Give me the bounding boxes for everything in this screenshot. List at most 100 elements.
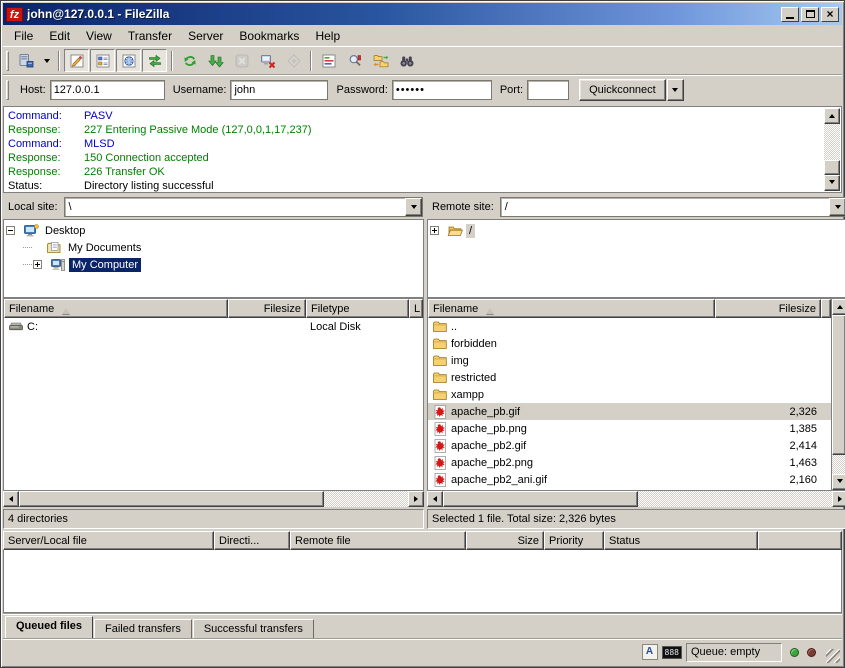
remote-directory-tree: / — [427, 219, 845, 298]
local-site-combo[interactable]: \ — [64, 197, 423, 217]
remote-horizontal-scrollbar[interactable] — [427, 491, 845, 507]
quickconnect-bar: Host: Username: Password: Port: Quickcon… — [3, 74, 842, 105]
column-header-filetype[interactable]: Filetype — [306, 299, 409, 318]
host-input[interactable] — [50, 80, 165, 100]
log-line: Command:MLSD — [8, 137, 821, 151]
port-input[interactable] — [527, 80, 569, 100]
scroll-left-button[interactable] — [3, 491, 19, 507]
filename-filters-button[interactable] — [342, 49, 367, 72]
menu-bookmarks[interactable]: Bookmarks — [231, 26, 307, 46]
tree-item-[interactable]: / — [430, 222, 845, 239]
refresh-button[interactable] — [177, 49, 202, 72]
file-row-xampp[interactable]: xampp — [428, 386, 831, 403]
tab-successful-transfers[interactable]: Successful transfers — [193, 619, 314, 638]
remote-site-combo[interactable]: / — [500, 197, 845, 217]
transfer-type-indicator-icon[interactable]: A — [642, 644, 658, 660]
menu-transfer[interactable]: Transfer — [120, 26, 180, 46]
scroll-right-button[interactable] — [408, 491, 424, 507]
maximize-button[interactable] — [801, 7, 819, 22]
local-site-dropdown-button[interactable] — [405, 198, 422, 216]
scroll-down-button[interactable] — [832, 474, 845, 490]
toggle-message-log-button[interactable] — [64, 49, 89, 72]
file-row-apache-pb2-ani-gif[interactable]: apache_pb2_ani.gif2,160 — [428, 471, 831, 488]
column-header-server-local-file[interactable]: Server/Local file — [3, 531, 214, 550]
site-manager-button[interactable] — [13, 49, 38, 72]
menu-view[interactable]: View — [78, 26, 120, 46]
column-header-priority[interactable]: Priority — [544, 531, 604, 550]
resize-grip[interactable] — [826, 649, 840, 663]
file-row-[interactable]: .. — [428, 318, 831, 335]
port-label: Port: — [500, 84, 523, 96]
toolbar-grip[interactable] — [6, 51, 9, 71]
site-manager-dropdown-button[interactable] — [39, 49, 54, 72]
column-header-l[interactable]: L — [409, 299, 423, 318]
menu-edit[interactable]: Edit — [41, 26, 78, 46]
scrollbar-thumb[interactable] — [824, 160, 840, 175]
column-header-filesize[interactable]: Filesize — [228, 299, 306, 318]
directory-comparison-button[interactable] — [316, 49, 341, 72]
remote-site-label: Remote site: — [428, 201, 500, 213]
column-header-status[interactable]: Status — [604, 531, 758, 550]
scroll-left-button[interactable] — [427, 491, 443, 507]
find-files-button[interactable] — [394, 49, 419, 72]
username-input[interactable] — [230, 80, 328, 100]
file-row-img[interactable]: img — [428, 352, 831, 369]
remote-site-dropdown-button[interactable] — [829, 198, 845, 216]
process-queue-button[interactable] — [203, 49, 228, 72]
scrollbar-thumb[interactable] — [443, 491, 638, 507]
remote-vertical-scrollbar[interactable] — [831, 299, 845, 490]
local-site-bar: Local site: \ — [3, 195, 424, 219]
file-row-restricted[interactable]: restricted — [428, 369, 831, 386]
column-header-directi[interactable]: Directi... — [214, 531, 290, 550]
toggle-local-tree-button[interactable] — [90, 49, 115, 72]
local-site-label: Local site: — [4, 201, 64, 213]
column-header-filename[interactable]: Filename — [4, 299, 228, 318]
local-horizontal-scrollbar[interactable] — [3, 491, 424, 507]
password-input[interactable] — [392, 80, 492, 100]
disconnect-button[interactable] — [255, 49, 280, 72]
close-button[interactable]: × — [821, 7, 839, 22]
scroll-right-button[interactable] — [832, 491, 845, 507]
expand-icon[interactable] — [430, 226, 439, 235]
title-bar[interactable]: fz john@127.0.0.1 - FileZilla × — [3, 3, 842, 25]
expand-icon[interactable] — [33, 260, 42, 269]
column-header-filename[interactable]: Filename — [428, 299, 715, 318]
scroll-up-button[interactable] — [824, 108, 840, 124]
file-row-c[interactable]: C:Local Disk — [4, 318, 423, 335]
file-row-apache-pb-png[interactable]: apache_pb.png1,385 — [428, 420, 831, 437]
scrollbar-thumb[interactable] — [832, 315, 845, 455]
menu-file[interactable]: File — [6, 26, 41, 46]
tree-item-my-documents[interactable]: My Documents — [6, 239, 423, 256]
disconnect-icon — [260, 53, 276, 69]
column-header-filesize[interactable]: Filesize — [715, 299, 821, 318]
quickconnect-dropdown-button[interactable] — [667, 79, 684, 101]
log-line: Response:227 Entering Passive Mode (127,… — [8, 123, 821, 137]
tree-item-desktop[interactable]: Desktop — [6, 222, 423, 239]
chevron-down-icon — [672, 88, 678, 95]
collapse-icon[interactable] — [6, 226, 15, 235]
log-line: Response:226 Transfer OK — [8, 165, 821, 179]
menu-server[interactable]: Server — [180, 26, 231, 46]
queue-body[interactable] — [3, 550, 842, 613]
speed-limits-indicator-icon[interactable]: 888 — [662, 646, 682, 659]
scroll-up-button[interactable] — [832, 299, 845, 315]
scroll-down-button[interactable] — [824, 175, 840, 191]
tab-queued-files[interactable]: Queued files — [5, 616, 93, 638]
quickconnect-grip[interactable] — [6, 80, 9, 100]
file-row-forbidden[interactable]: forbidden — [428, 335, 831, 352]
file-row-apache-pb-gif[interactable]: apache_pb.gif2,326 — [428, 403, 831, 420]
tab-failed-transfers[interactable]: Failed transfers — [94, 619, 192, 638]
synchronized-browsing-button[interactable] — [368, 49, 393, 72]
column-header-remote-file[interactable]: Remote file — [290, 531, 466, 550]
menu-help[interactable]: Help — [307, 26, 348, 46]
toggle-remote-tree-button[interactable] — [116, 49, 141, 72]
minimize-button[interactable] — [781, 7, 799, 22]
message-log-scrollbar[interactable] — [824, 108, 840, 191]
toggle-transfer-queue-button[interactable] — [142, 49, 167, 72]
scrollbar-thumb[interactable] — [19, 491, 324, 507]
column-header-size[interactable]: Size — [466, 531, 544, 550]
file-row-apache-pb2-gif[interactable]: apache_pb2.gif2,414 — [428, 437, 831, 454]
file-row-apache-pb2-png[interactable]: apache_pb2.png1,463 — [428, 454, 831, 471]
tree-item-my-computer[interactable]: My Computer — [6, 256, 423, 273]
quickconnect-button[interactable]: Quickconnect — [579, 79, 666, 101]
